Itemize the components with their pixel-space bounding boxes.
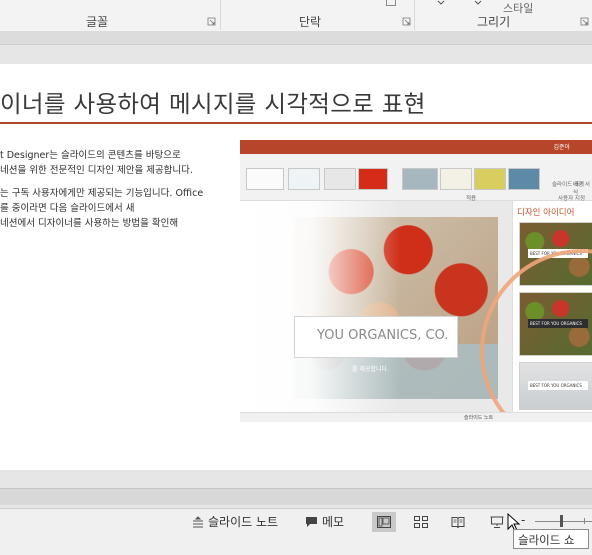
status-bar: 슬라이드 노트 메모 - (0, 508, 592, 555)
slide-canvas[interactable]: 이너를 사용하여 메시지를 시각적으로 표현 t Designer는 슬라이드의… (0, 64, 592, 470)
comments-label: 메모 (322, 515, 345, 529)
ribbon-group-font-label: 글꼴 (86, 15, 109, 29)
mock-ribbon: 적용 슬라이드 크기 배경 서식 사용자 지정 (240, 154, 592, 202)
ribbon-group-paragraph-label: 단락 (299, 15, 322, 29)
body-line: 네션을 위한 전문적인 디자인 제안을 제공합니다. (0, 165, 193, 176)
mock-variant-thumb (474, 168, 506, 190)
zoom-slider-thumb[interactable] (560, 515, 563, 527)
slide-sorter-button[interactable] (409, 512, 433, 532)
paragraph-dialog-launcher-icon[interactable] (402, 17, 411, 26)
slide-title[interactable]: 이너를 사용하여 메시지를 시각적으로 표현 (0, 85, 426, 119)
mock-banner-subtitle: 를 제공합니다. (352, 366, 389, 373)
slide-show-tooltip: 슬라이드 쇼 (513, 529, 589, 549)
mock-theme-thumb (324, 168, 356, 190)
drawing-dialog-launcher-icon[interactable] (580, 17, 589, 26)
mock-theme-thumb (358, 168, 388, 190)
mock-title-banner: YOU ORGANICS, CO. (294, 316, 458, 358)
mock-variant-thumb (402, 168, 438, 190)
arrange-dropdown-icon[interactable] (437, 0, 445, 5)
notes-label: 슬라이드 노트 (208, 515, 279, 529)
paragraph-control-icon[interactable] (386, 0, 396, 6)
mock-titlebar: 김준아 (240, 140, 592, 154)
mock-theme-thumb (246, 168, 284, 190)
reading-view-icon (451, 517, 465, 528)
mock-variant-thumb (440, 168, 472, 190)
slide-show-button[interactable] (485, 512, 509, 532)
ribbon: 글꼴 단락 스타일 그리기 (0, 0, 592, 32)
mock-status-bar: 슬라이드 노트 (240, 412, 592, 422)
reading-view-button[interactable] (446, 512, 470, 532)
ruler-strip (0, 31, 592, 45)
comments-button[interactable]: 메모 (305, 513, 344, 530)
slide-show-icon (490, 516, 504, 528)
body-line: 네션에서 디자이너를 사용하는 방법을 확인해 (0, 218, 179, 229)
comment-icon (306, 516, 317, 527)
notes-icon (193, 515, 203, 527)
mock-variant-thumb (508, 168, 540, 190)
body-line: 를 중이라면 다음 슬라이드에서 새 (0, 203, 135, 214)
body-line: t Designer는 슬라이드의 콘텐츠를 바탕으로 (0, 150, 181, 161)
ribbon-separator (220, 0, 221, 30)
horizontal-scrollbar[interactable] (0, 488, 592, 505)
slide-sorter-icon (414, 516, 428, 528)
zoom-slider-tick (584, 518, 585, 524)
ribbon-group-drawing-label: 그리기 (477, 15, 511, 29)
normal-view-button[interactable] (372, 512, 396, 532)
notes-button[interactable]: 슬라이드 노트 (192, 513, 278, 530)
designer-screenshot-image: 김준아 적용 슬라이드 크기 배경 서식 사용자 지정 YOU ORGANICS… (240, 140, 592, 422)
normal-view-icon (377, 516, 391, 528)
zoom-out-button[interactable]: - (521, 513, 525, 527)
design-ideas-title: 디자인 아이디어 (517, 208, 575, 218)
photo-fade-overlay (240, 201, 400, 422)
quick-styles-dropdown-icon[interactable] (474, 0, 482, 5)
font-dialog-launcher-icon[interactable] (207, 17, 216, 26)
mock-theme-thumb (288, 168, 320, 190)
mock-notes-label: 슬라이드 노트 (464, 415, 494, 421)
mock-banner-text: YOU ORGANICS, CO. (317, 328, 449, 343)
mock-user-name: 김준아 (553, 144, 570, 151)
slide-body-text[interactable]: t Designer는 슬라이드의 콘텐츠를 바탕으로 네션을 위한 전문적인 … (0, 148, 225, 231)
ribbon-separator (414, 0, 415, 30)
title-divider (0, 122, 592, 124)
body-line: 는 구독 사용자에게만 제공되는 기능입니다. Office (0, 188, 204, 199)
